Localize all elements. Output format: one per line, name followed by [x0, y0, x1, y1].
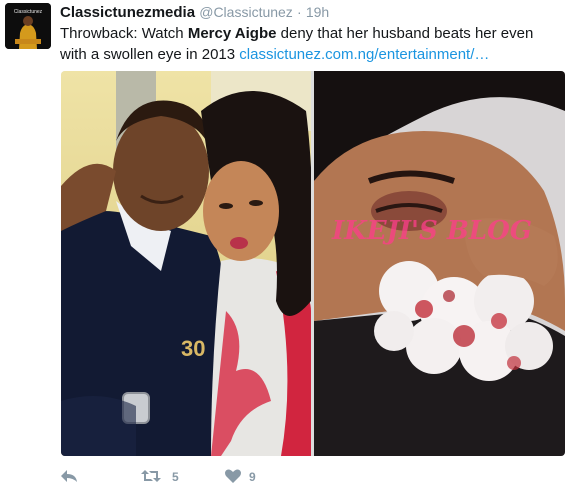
display-name[interactable]: Classictunezmedia	[60, 4, 195, 21]
tweet-link[interactable]: classictunez.com.ng/entertainment/…	[239, 46, 489, 63]
tweet-text-bold: Mercy Aigbe	[187, 25, 277, 42]
media-grid: 30 IKEJI'S BLOG	[61, 71, 565, 456]
photo-injury[interactable]: IKEJI'S BLOG	[314, 71, 565, 456]
tweet-text: Throwback: Watch Mercy Aigbe deny that h…	[60, 23, 560, 65]
photo-couple-image: 30	[61, 71, 311, 456]
timestamp[interactable]: 19h	[306, 4, 329, 20]
photo-injury-image: IKEJI'S BLOG	[314, 71, 565, 456]
retweet-button[interactable]: 5	[140, 468, 200, 486]
reply-icon	[61, 470, 77, 482]
tweet-text-part: Throwback: Watch	[60, 25, 188, 42]
username[interactable]: @Classictunez	[199, 4, 293, 20]
separator: ·	[296, 4, 302, 20]
tweet: Classictunez Classictunezmedia @Classict…	[0, 0, 566, 489]
like-button[interactable]: 9	[224, 468, 284, 486]
heart-icon	[225, 469, 241, 483]
avatar-text: Classictunez	[14, 9, 43, 15]
avatar-image: Classictunez	[5, 3, 51, 49]
shirt-emblem: 30	[181, 336, 205, 361]
reply-button[interactable]	[60, 468, 80, 486]
photo-couple[interactable]: 30	[61, 71, 311, 456]
retweet-icon	[141, 470, 161, 482]
like-count: 9	[249, 470, 256, 484]
photo-watermark: IKEJI'S BLOG	[331, 216, 532, 246]
retweet-count: 5	[172, 470, 179, 484]
tweet-header: Classictunezmedia @Classictunez · 19h	[60, 3, 329, 22]
avatar[interactable]: Classictunez	[5, 3, 51, 49]
